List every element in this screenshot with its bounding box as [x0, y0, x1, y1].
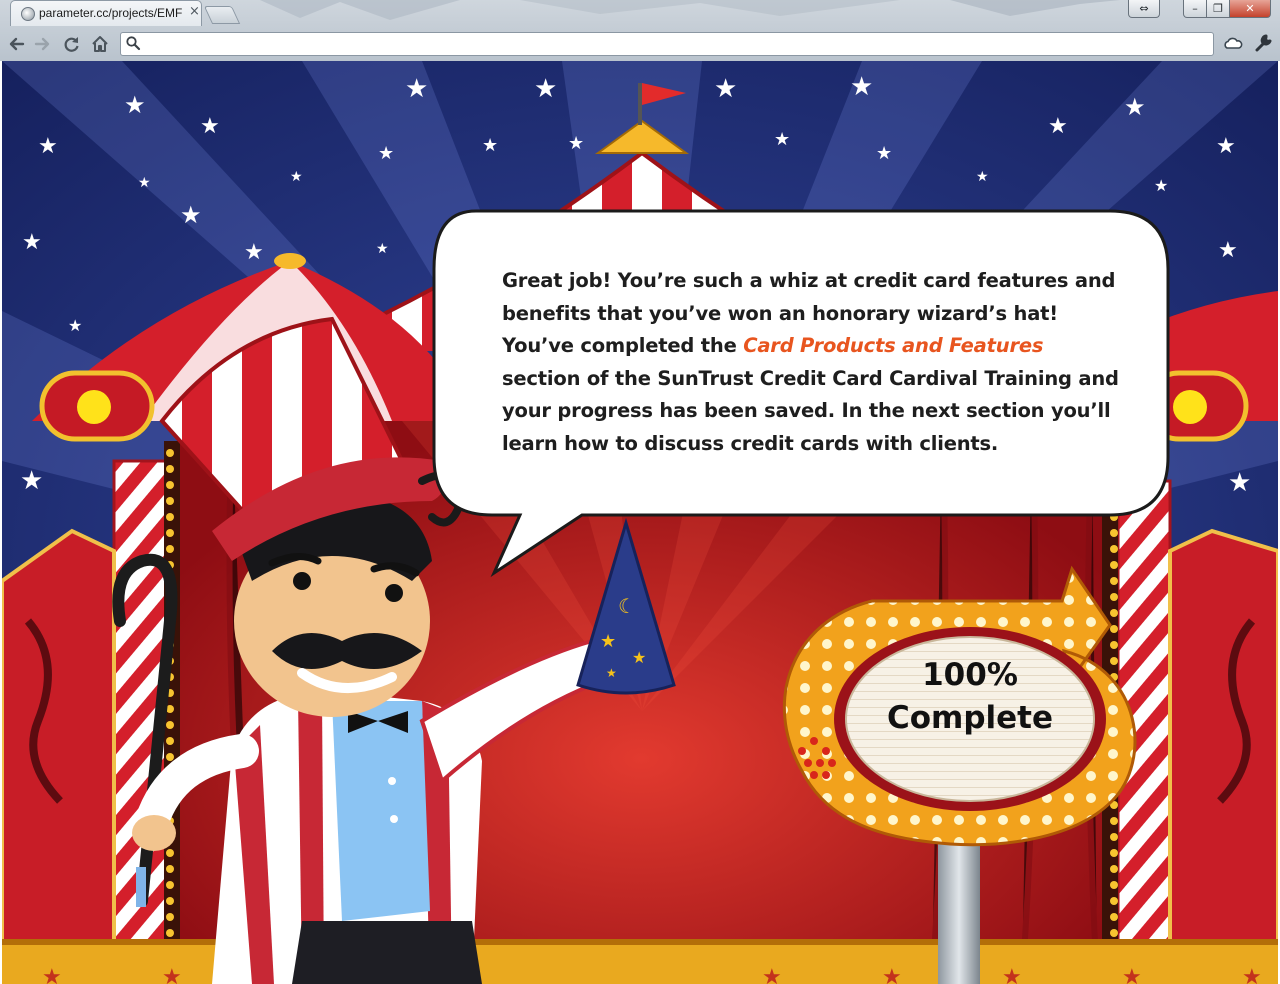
svg-text:★: ★	[1048, 114, 1068, 139]
svg-text:★: ★	[1228, 468, 1251, 498]
svg-text:★: ★	[632, 648, 646, 667]
search-icon	[126, 36, 141, 51]
browser-chrome: parameter.cc/projects/EMF × ⇔ – ❐ ✕	[0, 0, 1280, 61]
svg-text:★: ★	[162, 965, 182, 984]
svg-text:★: ★	[1122, 965, 1142, 984]
svg-text:★: ★	[405, 74, 428, 104]
close-icon[interactable]: ×	[189, 4, 200, 19]
reload-icon[interactable]	[62, 34, 82, 54]
message-text-end: section of the SunTrust Credit Card Card…	[502, 366, 1119, 455]
svg-text:★: ★	[38, 134, 58, 159]
globe-icon	[21, 7, 35, 21]
stage-floor: ★ ★ ★ ★ ★ ★ ★ ★	[2, 939, 1278, 984]
wrench-icon[interactable]	[1252, 33, 1274, 55]
svg-text:★: ★	[200, 114, 220, 139]
home-icon[interactable]	[90, 34, 110, 54]
browser-tab[interactable]: parameter.cc/projects/EMF ×	[10, 0, 202, 26]
svg-text:★: ★	[774, 129, 790, 150]
back-arrow-icon[interactable]	[7, 34, 27, 54]
circus-training-page: ★ ★ ★ ★ ★ ★ ★ ★ ★ ★ ★ ★ ★ ★ ★ ★ ★ ★ ★ ★ …	[2, 61, 1278, 984]
svg-text:★: ★	[124, 91, 146, 119]
svg-text:★: ★	[482, 135, 498, 156]
svg-text:★: ★	[762, 965, 782, 984]
section-name-highlight: Card Products and Features	[743, 334, 1044, 357]
progress-sign-text: 100% Complete	[840, 655, 1100, 741]
svg-text:★: ★	[534, 74, 557, 104]
completion-message: Great job! You’re such a whiz at credit …	[502, 265, 1122, 460]
svg-text:★: ★	[42, 965, 62, 984]
svg-text:★: ★	[1242, 965, 1262, 984]
svg-text:★: ★	[882, 965, 902, 984]
svg-text:★: ★	[976, 169, 989, 185]
svg-text:★: ★	[244, 240, 264, 265]
svg-text:★: ★	[22, 230, 42, 255]
close-window-icon[interactable]: ✕	[1229, 0, 1271, 18]
svg-text:★: ★	[1002, 965, 1022, 984]
svg-text:★: ★	[180, 201, 202, 229]
progress-percent: 100%	[922, 657, 1018, 693]
svg-text:★: ★	[876, 143, 892, 164]
svg-text:★: ★	[1154, 176, 1168, 195]
address-input[interactable]	[143, 35, 1207, 53]
svg-text:★: ★	[1216, 134, 1236, 159]
svg-text:★: ★	[714, 74, 737, 104]
minimize-icon[interactable]: –	[1183, 0, 1207, 18]
svg-text:★: ★	[138, 175, 151, 191]
address-bar[interactable]	[120, 32, 1214, 56]
svg-text:★: ★	[290, 169, 303, 185]
forward-arrow-icon[interactable]	[32, 34, 52, 54]
svg-text:★: ★	[568, 133, 584, 154]
svg-text:☾: ☾	[618, 594, 636, 618]
svg-text:★: ★	[1218, 238, 1238, 263]
svg-text:★: ★	[376, 241, 389, 257]
svg-text:★: ★	[68, 316, 82, 335]
tab-title: parameter.cc/projects/EMF	[39, 6, 183, 20]
svg-text:★: ★	[600, 631, 616, 652]
svg-text:★: ★	[606, 666, 617, 680]
svg-text:★: ★	[378, 143, 394, 164]
svg-text:★: ★	[850, 72, 873, 102]
svg-text:★: ★	[1124, 93, 1146, 121]
cloud-icon[interactable]	[1222, 33, 1244, 55]
resize-icon[interactable]: ⇔	[1128, 0, 1160, 18]
progress-status: Complete	[886, 700, 1054, 736]
svg-text:★: ★	[20, 466, 43, 496]
circus-scene: ★ ★ ★ ★ ★ ★ ★ ★ ★ ★ ★ ★ ★ ★ ★ ★ ★ ★ ★ ★ …	[2, 61, 1278, 984]
maximize-icon[interactable]: ❐	[1206, 0, 1230, 18]
